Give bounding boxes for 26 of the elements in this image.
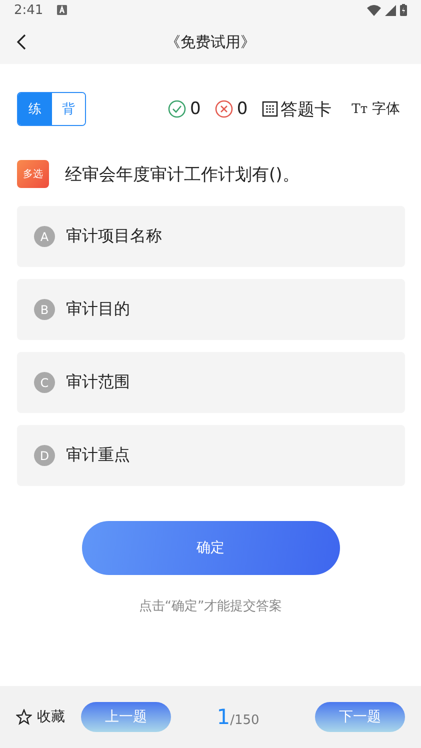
status-time: 2:41 — [14, 2, 44, 18]
answer-option[interactable]: A 审计项目名称 — [17, 206, 405, 267]
question-text: 经审会年度审计工作计划有()。 — [65, 164, 300, 186]
star-icon — [16, 709, 32, 725]
answer-card-button[interactable]: 答题卡 — [262, 98, 332, 120]
mode-tab[interactable]: 练 — [18, 93, 52, 125]
battery-icon — [400, 4, 407, 16]
signal-icon — [385, 4, 396, 16]
notification-icon — [57, 5, 68, 15]
font-button[interactable]: Tт 字体 — [352, 100, 400, 118]
question-type-tag: 多选 — [17, 160, 49, 188]
grid-icon — [262, 101, 278, 117]
wifi-icon — [367, 4, 381, 16]
page-title: 《免费试用》 — [166, 32, 256, 52]
correct-icon — [168, 100, 186, 118]
answer-option[interactable]: B 审计目的 — [17, 279, 405, 340]
hint-text: 点击“确定”才能提交答案 — [138, 598, 284, 615]
favorite-button[interactable]: 收藏 — [16, 708, 65, 726]
answer-option[interactable]: D 审计重点 — [17, 425, 405, 486]
correct-count: 0 — [190, 99, 201, 119]
page-counter: 1/150 — [216, 705, 260, 729]
answer-option[interactable]: C 审计范围 — [17, 352, 405, 413]
back-icon[interactable] — [16, 34, 26, 50]
wrong-icon — [214, 100, 233, 118]
wrong-count: 0 — [236, 99, 248, 119]
confirm-button[interactable]: 确定 — [82, 521, 340, 575]
